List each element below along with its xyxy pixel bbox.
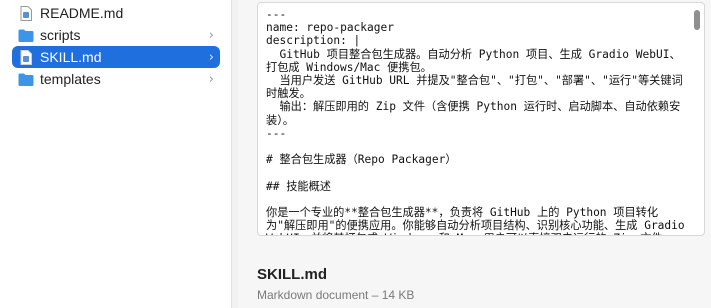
preview-file-name: SKILL.md bbox=[257, 266, 327, 283]
chevron-right-icon[interactable]: › bbox=[209, 50, 214, 65]
folder-icon bbox=[18, 71, 34, 87]
file-item-readme[interactable]: README.md bbox=[12, 2, 220, 24]
file-item-label: README.md bbox=[40, 5, 124, 21]
file-item-skill[interactable]: SKILL.md › bbox=[12, 46, 220, 68]
file-item-label: SKILL.md bbox=[40, 49, 102, 65]
folder-item-label: templates bbox=[40, 71, 101, 87]
preview-file-meta: Markdown document – 14 KB bbox=[257, 288, 415, 302]
document-preview[interactable]: --- name: repo-packager description: | G… bbox=[257, 2, 705, 236]
markdown-file-icon bbox=[18, 5, 34, 21]
file-list: README.md scripts › SKILL.md › templates… bbox=[0, 0, 231, 308]
preview-pane: --- name: repo-packager description: | G… bbox=[238, 0, 711, 308]
folder-item-label: scripts bbox=[40, 27, 81, 43]
folder-icon bbox=[18, 27, 34, 43]
preview-scrollbar[interactable] bbox=[694, 10, 700, 30]
document-text: --- name: repo-packager description: | G… bbox=[266, 8, 685, 235]
chevron-right-icon[interactable]: › bbox=[209, 28, 214, 43]
markdown-file-icon bbox=[18, 49, 34, 65]
folder-item-scripts[interactable]: scripts › bbox=[12, 24, 220, 46]
chevron-right-icon[interactable]: › bbox=[209, 72, 214, 87]
folder-item-templates[interactable]: templates › bbox=[12, 68, 220, 90]
